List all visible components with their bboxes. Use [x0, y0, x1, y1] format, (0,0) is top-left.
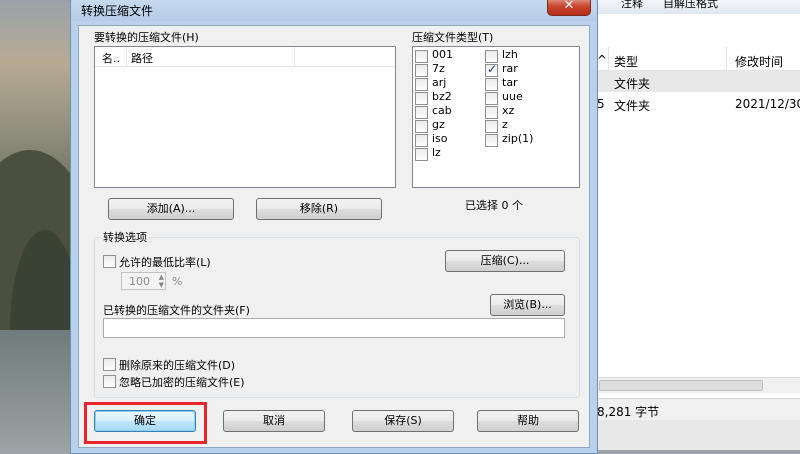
checkbox-label-rar: rar [502, 62, 518, 75]
checkbox-xz[interactable] [485, 106, 498, 119]
add-button[interactable]: 添加(A)... [108, 198, 234, 220]
checkbox-label-cab: cab [432, 104, 452, 117]
checkbox-label-tar: tar [502, 76, 518, 89]
min-ratio-unit: % [172, 275, 183, 288]
archive-type-list: 001 7z arj bz2 cab gz iso lz lzh rar tar… [412, 46, 580, 188]
checkbox-label-uue: uue [502, 90, 523, 103]
checkbox-tar[interactable] [485, 78, 498, 91]
toolbar-comment[interactable]: 注释 [621, 0, 643, 11]
column-header-modified[interactable]: 修改时间 [735, 53, 783, 70]
ignore-encrypted-label: 忽略已加密的压缩文件(E) [119, 376, 245, 389]
explorer-column-header: ^ 类型 修改时间 [597, 47, 800, 71]
spinner-arrows-icon[interactable]: ▲ ▼ [159, 273, 164, 289]
checkbox-label-gz: gz [432, 118, 445, 131]
close-icon: ✕ [563, 0, 575, 13]
checkbox-bz2[interactable] [415, 92, 428, 105]
checkbox-label-zip: zip(1) [502, 132, 534, 145]
checkbox-iso[interactable] [415, 134, 428, 147]
checkbox-lz[interactable] [415, 148, 428, 161]
close-button[interactable]: ✕ [547, 0, 591, 16]
save-button[interactable]: 保存(S) [352, 410, 454, 432]
dialog-client-area: 要转换的压缩文件(H) 名.. 路径 压缩文件类型(T) 001 7z arj … [78, 25, 590, 448]
compress-button[interactable]: 压缩(C)... [445, 250, 565, 272]
column-divider[interactable] [294, 47, 295, 66]
dialog-titlebar[interactable]: 转换压缩文件 ✕ [71, 0, 597, 21]
min-ratio-label: 允许的最低比率(L) [119, 256, 211, 269]
file-list-header: 名.. 路径 [95, 47, 395, 67]
row-type: 文件夹 [614, 99, 651, 113]
checkbox-z[interactable] [485, 120, 498, 133]
dialog-title: 转换压缩文件 [81, 4, 154, 18]
explorer-toolbar: 注释 自解压格式 [597, 0, 800, 14]
scrollbar-thumb[interactable] [599, 380, 763, 391]
min-ratio-checkbox[interactable] [103, 255, 116, 268]
background-explorer-window: 注释 自解压格式 ^ 类型 修改时间 文件夹 5 文件夹 2021/12/30 … [597, 0, 800, 450]
dest-folder-input[interactable] [103, 318, 565, 338]
checkbox-label-001: 001 [432, 48, 453, 61]
delete-original-label: 删除原来的压缩文件(D) [119, 359, 236, 372]
archive-file-list[interactable]: 名.. 路径 [94, 46, 396, 188]
column-divider [608, 47, 609, 71]
files-group-label: 要转换的压缩文件(H) [94, 31, 199, 44]
file-list-column-name[interactable]: 名.. [102, 50, 120, 66]
checkbox-label-7z: 7z [432, 62, 445, 75]
status-size-text: 8,281 字节 [597, 405, 660, 419]
dest-folder-label: 已转换的压缩文件的文件夹(F) [103, 304, 250, 317]
toolbar-sfx[interactable]: 自解压格式 [663, 0, 718, 11]
checkbox-label-arj: arj [432, 76, 447, 89]
ok-button-highlight [84, 402, 207, 444]
selected-count-text: 已选择 0 个 [465, 199, 523, 212]
checkbox-label-lzh: lzh [502, 48, 518, 61]
checkbox-label-iso: iso [432, 132, 448, 145]
checkbox-cab[interactable] [415, 106, 428, 119]
checkbox-gz[interactable] [415, 120, 428, 133]
column-divider[interactable] [126, 47, 127, 66]
row-name-tail: 5 [597, 97, 605, 111]
min-ratio-spinner[interactable]: 100 ▲ ▼ [121, 272, 166, 290]
file-list-column-path[interactable]: 路径 [131, 50, 153, 66]
background-water [0, 330, 75, 450]
checkbox-001[interactable] [415, 50, 428, 63]
status-bar: 8,281 字节 [597, 398, 800, 420]
checkbox-zip[interactable] [485, 134, 498, 147]
row-modified: 2021/12/30 [735, 97, 800, 111]
checkbox-uue[interactable] [485, 92, 498, 105]
checkbox-7z[interactable] [415, 64, 428, 77]
row-type: 文件夹 [614, 77, 651, 91]
types-group-label: 压缩文件类型(T) [412, 31, 494, 44]
ignore-encrypted-checkbox[interactable] [103, 375, 116, 388]
browse-button[interactable]: 浏览(B)... [490, 294, 565, 316]
checkbox-label-z: z [502, 118, 508, 131]
checkbox-label-lz: lz [432, 146, 441, 159]
checkbox-label-xz: xz [502, 104, 515, 117]
convert-archives-dialog: 转换压缩文件 ✕ 要转换的压缩文件(H) 名.. 路径 压缩文件类型(T) 00… [70, 0, 598, 454]
remove-button[interactable]: 移除(R) [256, 198, 382, 220]
help-button[interactable]: 帮助 [477, 410, 579, 432]
checkbox-rar[interactable] [485, 62, 498, 77]
cancel-button[interactable]: 取消 [223, 410, 325, 432]
options-group-label: 转换选项 [101, 229, 149, 245]
column-header-type[interactable]: 类型 [614, 53, 638, 70]
min-ratio-value: 100 [129, 275, 150, 288]
explorer-bottom [597, 420, 800, 450]
column-header-name-tail[interactable]: ^ [597, 53, 607, 67]
checkbox-label-bz2: bz2 [432, 90, 452, 103]
checkbox-arj[interactable] [415, 78, 428, 91]
delete-original-checkbox[interactable] [103, 358, 116, 371]
horizontal-scrollbar[interactable] [597, 377, 800, 393]
column-divider [726, 47, 727, 71]
